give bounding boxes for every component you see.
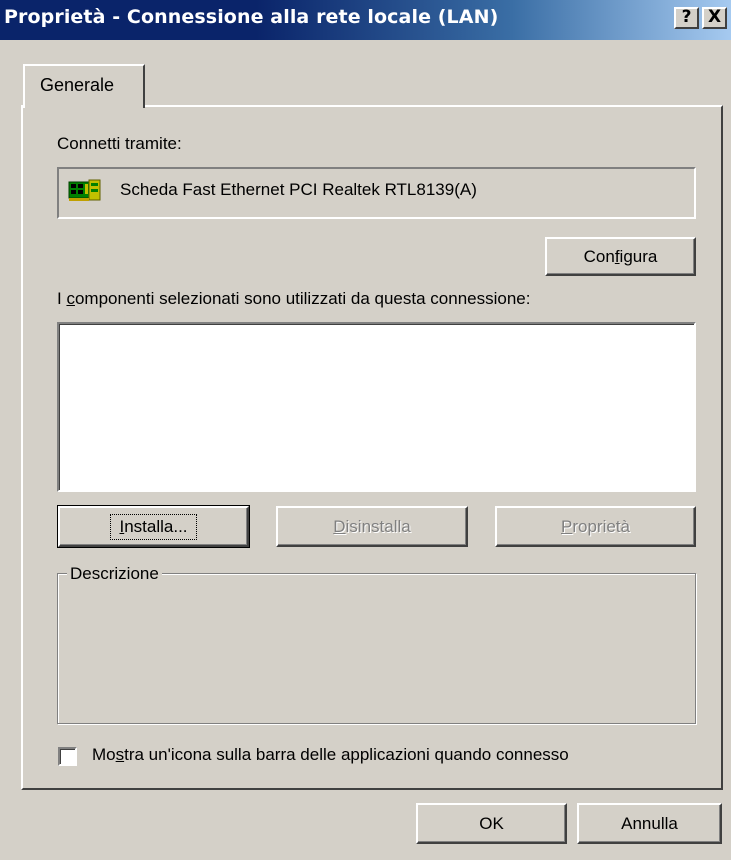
uninstall-button-label: Disinstalla <box>333 516 411 536</box>
configure-button[interactable]: Configura <box>545 237 696 276</box>
install-button[interactable]: Installa... <box>57 505 250 548</box>
adapter-name: Scheda Fast Ethernet PCI Realtek RTL8139… <box>120 180 477 199</box>
description-groupbox <box>57 573 696 724</box>
ok-button-label: OK <box>479 813 504 833</box>
cancel-button-label: Annulla <box>621 813 678 833</box>
close-button[interactable]: X <box>702 7 727 29</box>
window-title: Proprietà - Connessione alla rete locale… <box>4 6 499 28</box>
properties-button-label: Proprietà <box>561 516 630 536</box>
description-title: Descrizione <box>67 564 162 584</box>
network-card-icon <box>68 179 101 201</box>
install-button-label: Installa... <box>110 513 197 540</box>
ok-button[interactable]: OK <box>416 803 567 844</box>
connect-via-label: Connetti tramite: <box>57 134 182 153</box>
tab-generale-label: Generale <box>40 75 115 95</box>
cancel-button[interactable]: Annulla <box>577 803 722 844</box>
uninstall-button[interactable]: Disinstalla <box>276 506 468 547</box>
components-list[interactable] <box>57 322 696 492</box>
tab-generale[interactable]: Generale <box>23 64 145 108</box>
show-icon-checkbox[interactable] <box>58 747 77 766</box>
show-icon-label[interactable]: Mostra un'icona sulla barra delle applic… <box>92 745 569 765</box>
configure-button-label: Configura <box>583 246 658 266</box>
help-button[interactable]: ? <box>674 7 699 29</box>
components-label: I componenti selezionati sono utilizzati… <box>57 289 531 308</box>
properties-button[interactable]: Proprietà <box>495 506 696 547</box>
